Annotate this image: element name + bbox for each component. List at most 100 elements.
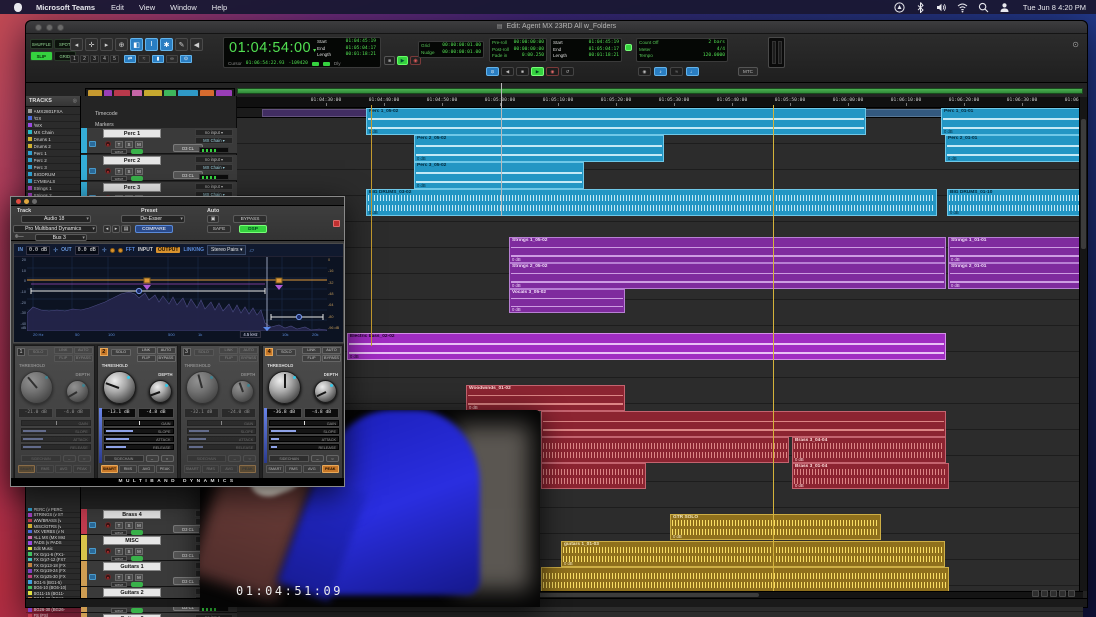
timeline-insertion-follows-playback-button[interactable] <box>625 44 632 51</box>
threshold-knob[interactable] <box>268 371 301 404</box>
track-list-item[interactable]: FS (FS) <box>26 613 80 617</box>
track-header[interactable]: Perc 1●TSMwaveD3 CLno input ▾MX Chain ▾ <box>81 128 237 154</box>
track-name[interactable]: Guitars 1 <box>103 562 161 571</box>
band-bypass-button[interactable]: BYPASS <box>74 355 93 362</box>
lcd-value[interactable]: 00:01:18:21 <box>589 53 619 60</box>
band-bypass-button[interactable]: BYPASS <box>157 355 176 362</box>
track-view-selector[interactable]: wave <box>111 608 127 613</box>
compare-button[interactable]: COMPARE <box>135 225 173 233</box>
channel-mode-selector[interactable]: Stereo Pairs ▾ <box>207 245 246 255</box>
zoom-preset-5[interactable]: 5 <box>110 55 119 63</box>
audio-clip[interactable]: Vocals 3_05-020 dB <box>509 289 625 313</box>
out-gain-value[interactable]: 0.0 dB <box>75 246 99 255</box>
mode-rms-button[interactable]: RMS <box>119 465 136 473</box>
clip-gain-label[interactable]: 0 dB <box>369 129 378 134</box>
mode-button-slip[interactable]: SLIP <box>30 51 53 61</box>
mode-rms-button[interactable]: RMS <box>202 465 219 473</box>
main-counter[interactable]: 01:04:54:00▾ <box>229 40 317 56</box>
track-input-button[interactable]: T <box>115 141 123 148</box>
selection-display[interactable]: Start01:04:45:19End01:05:04:17Length00:0… <box>315 39 378 59</box>
clip-gain-label[interactable]: 0 dB <box>564 561 573 566</box>
threshold-knob[interactable] <box>186 371 219 404</box>
threshold-knob[interactable] <box>20 371 53 404</box>
edit-function-button[interactable]: ⊙ <box>180 55 192 63</box>
audio-clip[interactable]: Perc 2_01-010 dB <box>945 135 1081 162</box>
crossover-frequency-label[interactable]: 4.5 kHz <box>240 331 260 338</box>
transport-button[interactable]: ◀ <box>501 67 514 76</box>
mode-peak-button[interactable]: PEAK <box>322 465 339 473</box>
track-header[interactable]: Perc 2●TSMwaveD3 CLno input ▾MX Chain ▾ <box>81 155 237 181</box>
zoom-preset-3[interactable]: 3 <box>90 55 99 63</box>
clip-gain-label[interactable]: 0 dB <box>951 257 960 262</box>
band-flip-button[interactable]: FLIP <box>219 355 238 362</box>
record-arm-button[interactable]: ● <box>105 168 111 174</box>
clip-gain-label[interactable]: 0 dB <box>951 283 960 288</box>
audio-clip[interactable] <box>541 567 949 593</box>
track-name[interactable]: Guitars 2 <box>103 588 161 597</box>
volume-icon[interactable] <box>936 2 948 13</box>
midi-button[interactable]: ♩ <box>686 67 699 76</box>
threshold-value[interactable]: -13.1 dB <box>101 408 136 418</box>
window-titlebar[interactable]: ▤Edit: Agent MX 23RD All w_Folders <box>26 21 1087 34</box>
audio-clip[interactable]: Strings 2_05-020 dB <box>509 263 946 289</box>
mode-smart-button[interactable]: SMART <box>266 465 283 473</box>
depth-value[interactable]: -4.8 dB <box>304 408 339 418</box>
input-selector[interactable]: no input ▾ <box>195 183 233 190</box>
apple-menu-icon[interactable] <box>14 3 22 12</box>
track-list-item[interactable]: MX Chain <box>26 129 80 136</box>
lcd-value[interactable]: 120.0000 <box>703 53 725 60</box>
clip-gain-label[interactable]: 0 dB <box>350 354 359 359</box>
midi-button[interactable]: ♪ <box>654 67 667 76</box>
freeze-icon[interactable] <box>89 168 96 174</box>
wifi-icon[interactable] <box>957 2 969 13</box>
menu-item[interactable]: View <box>139 3 155 12</box>
input-selector[interactable]: no input ▾ <box>195 156 233 163</box>
track-solo-button[interactable]: S <box>125 522 133 529</box>
track-view-selector[interactable]: wave <box>111 582 127 587</box>
track-list-item[interactable]: Perc 3 <box>26 164 80 171</box>
rec-mode-button[interactable]: ■ <box>384 56 395 65</box>
zoom-preset-4[interactable]: 4 <box>100 55 109 63</box>
midi-button[interactable]: ≈ <box>670 67 683 76</box>
track-list-item[interactable]: Drums 1 <box>26 136 80 143</box>
band-flip-button[interactable]: FLIP <box>302 355 321 362</box>
mode-peak-button[interactable]: PEAK <box>239 465 256 473</box>
plugin-selector[interactable]: Pro Multiband Dynamics▾ <box>13 225 97 233</box>
band-solo-button[interactable]: SOLO <box>111 349 131 356</box>
tool-button[interactable]: ◧ <box>130 38 143 51</box>
user-icon[interactable] <box>999 2 1011 13</box>
band-flip-button[interactable]: FLIP <box>137 355 156 362</box>
sidechain-button[interactable]: ○ <box>161 455 174 462</box>
clip-gain-label[interactable]: 0 dB <box>795 483 804 488</box>
audio-clip[interactable]: Brass 3_01-040 dB <box>792 463 949 489</box>
track-mute-button[interactable]: M <box>135 168 143 175</box>
zoom-preset-1[interactable]: 1 <box>70 55 79 63</box>
mtc-button[interactable]: MTC <box>738 67 758 76</box>
threshold-value[interactable]: -36.8 dB <box>266 408 301 418</box>
close-button[interactable] <box>16 199 21 204</box>
in-phase-icon[interactable]: ✛ <box>53 247 58 254</box>
band-link-button[interactable]: LINK <box>219 347 238 354</box>
record-arm-button[interactable]: ● <box>105 141 111 147</box>
track-name[interactable]: Perc 2 <box>103 156 161 165</box>
previous-preset-button[interactable]: ◂ <box>103 225 111 233</box>
nav-button[interactable] <box>1041 590 1048 597</box>
output-selector[interactable]: MX Chain ▾ <box>195 137 233 144</box>
track-name[interactable]: MISC <box>103 536 161 545</box>
track-selector[interactable]: Audio 18▾ <box>21 215 91 223</box>
toolbar-menu-icon[interactable]: ⊙ <box>1072 40 1079 49</box>
band-solo-button[interactable]: SOLO <box>276 349 296 356</box>
gain-slider[interactable]: GAIN <box>21 420 91 426</box>
band-solo-button[interactable]: SOLO <box>28 349 48 356</box>
release-slider[interactable]: RELEASE <box>187 444 257 450</box>
gain-slider[interactable]: GAIN <box>104 420 174 426</box>
slope-slider[interactable]: SLOPE <box>187 428 257 434</box>
mode-peak-button[interactable]: PEAK <box>73 465 90 473</box>
out-phase-icon[interactable]: ✛ <box>102 247 107 254</box>
tool-button[interactable]: ✛ <box>85 38 98 51</box>
attack-slider[interactable]: ATTACK <box>269 436 339 442</box>
tracks-panel-menu-icon[interactable]: ◎ <box>73 98 77 104</box>
record-arm-button[interactable]: ● <box>105 522 111 528</box>
depth-knob[interactable] <box>149 380 172 403</box>
audio-clip[interactable] <box>541 437 789 463</box>
